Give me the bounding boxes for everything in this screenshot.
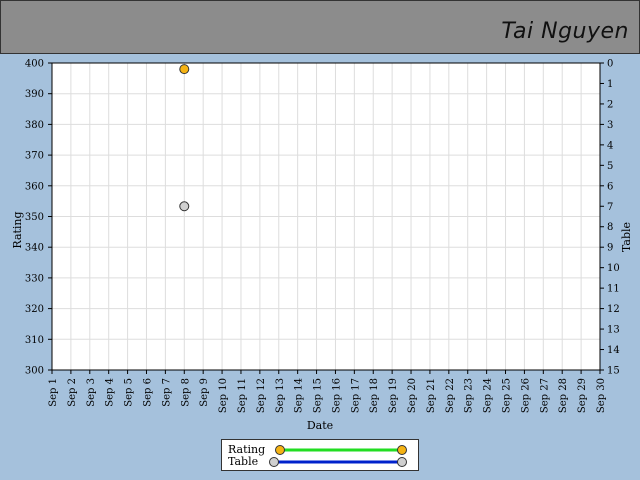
legend-swatches <box>269 445 407 467</box>
y-right-tick-label: 12 <box>607 304 620 315</box>
x-tick-label: Sep 21 <box>426 378 437 413</box>
x-tick-label: Sep 15 <box>313 378 324 413</box>
y-right-tick-label: 6 <box>607 181 613 192</box>
x-tick-label: Sep 30 <box>596 378 607 413</box>
x-tick-label: Sep 16 <box>331 378 342 413</box>
x-tick-label: Sep 25 <box>502 378 513 413</box>
x-tick-label: Sep 27 <box>539 378 550 413</box>
x-tick-label: Sep 28 <box>558 378 569 413</box>
y-left-tick-label: 340 <box>25 243 44 254</box>
x-tick-label: Sep 1 <box>48 378 59 407</box>
x-tick-label: Sep 8 <box>180 378 191 407</box>
y-right-tick-label: 10 <box>607 263 620 274</box>
y-left-tick-label: 370 <box>25 151 44 162</box>
x-tick-label: Sep 10 <box>218 378 229 413</box>
data-point-table <box>179 201 190 212</box>
rating-table-chart: Sep 1 Sep 2 Sep 3 Sep 4 Sep 5 Sep 6 Sep 7 Sep 8… <box>11 59 633 433</box>
x-tick-label: Sep 29 <box>577 378 588 413</box>
y-left-tick-label: 390 <box>25 89 44 100</box>
y-right-tick-label: 2 <box>607 99 613 110</box>
y-right-tick-label: 9 <box>607 243 613 254</box>
y-left-tick-label: 300 <box>25 366 44 377</box>
x-tick-label: Sep 20 <box>407 378 418 413</box>
y-right-tick-label: 13 <box>607 325 620 336</box>
x-tick-label: Sep 12 <box>256 378 267 413</box>
x-tick-label: Sep 14 <box>294 378 305 413</box>
y-left-tick-label: 360 <box>25 181 44 192</box>
data-point-rating <box>179 64 190 75</box>
x-tick-label: Sep 9 <box>199 378 210 407</box>
y-left-tick-label: 380 <box>25 120 44 131</box>
y-left-tick-label: 330 <box>25 273 44 284</box>
x-tick-label: Sep 11 <box>237 378 248 413</box>
y-left-tick-label: 400 <box>25 59 44 70</box>
y-right-axis-title: Table <box>620 222 633 252</box>
y-right-tick-label: 0 <box>607 59 613 70</box>
y-right-tick-label: 11 <box>607 284 620 295</box>
x-tick-label: Sep 4 <box>105 378 116 407</box>
x-tick-label: Sep 2 <box>67 378 78 407</box>
x-tick-label: Sep 5 <box>124 378 135 407</box>
y-right-tick-label: 15 <box>607 366 620 377</box>
y-right-tick-label: 8 <box>607 222 613 233</box>
y-right-tick-label: 3 <box>607 120 613 131</box>
legend-marker-rating-end <box>397 445 407 455</box>
legend-marker-table-start <box>269 457 279 467</box>
x-tick-label: Sep 23 <box>464 378 475 413</box>
x-tick-label: Sep 7 <box>161 378 172 407</box>
x-tick-label: Sep 22 <box>445 378 456 413</box>
y-left-axis-title: Rating <box>11 211 24 248</box>
x-tick-label: Sep 3 <box>86 378 97 407</box>
y-right-tick-label: 14 <box>607 345 620 356</box>
x-axis-title: Date <box>307 419 333 432</box>
y-right-tick-label: 7 <box>607 202 613 213</box>
x-tick-label: Sep 24 <box>483 378 494 413</box>
x-tick-label: Sep 17 <box>350 378 361 413</box>
legend-marker-table-end <box>397 457 407 467</box>
y-right-tick-label: 1 <box>607 79 613 90</box>
y-right-tick-label: 4 <box>607 140 613 151</box>
x-tick-label: Sep 6 <box>142 378 153 407</box>
x-tick-label: Sep 19 <box>388 378 399 413</box>
y-right-tick-label: 5 <box>607 161 613 172</box>
y-left-tick-label: 320 <box>25 304 44 315</box>
x-tick-label: Sep 26 <box>520 378 531 413</box>
x-tick-label: Sep 13 <box>275 378 286 413</box>
y-left-tick-label: 310 <box>25 335 44 346</box>
y-left-tick-label: 350 <box>25 212 44 223</box>
legend-marker-rating-start <box>275 445 285 455</box>
x-tick-label: Sep 18 <box>369 378 380 413</box>
legend: Rating Table <box>221 439 419 471</box>
